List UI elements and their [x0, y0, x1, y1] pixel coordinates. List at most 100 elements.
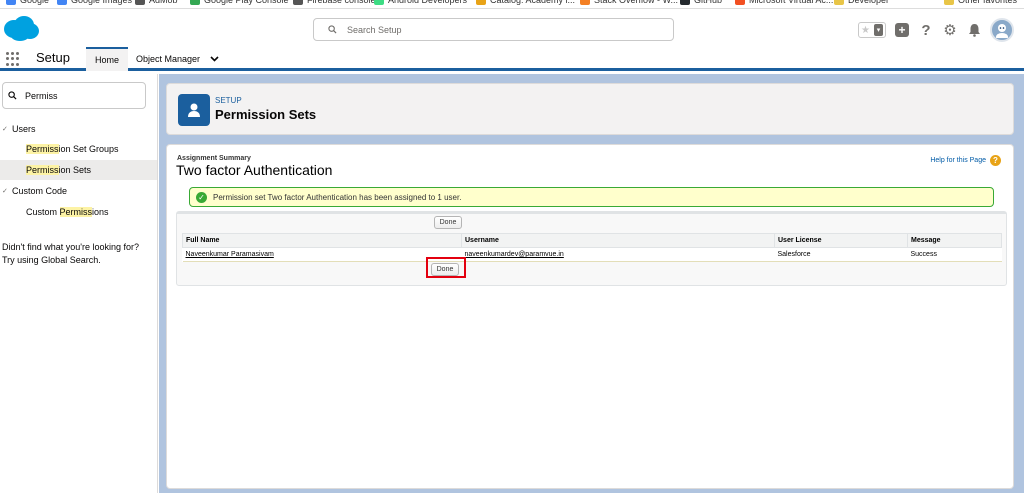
sidebar-item-label: ion Set Groups: [58, 144, 119, 154]
search-icon: [328, 25, 337, 34]
search-input[interactable]: [347, 24, 647, 35]
quick-find[interactable]: [2, 82, 146, 109]
bookmark-item[interactable]: Firebase console: [293, 0, 376, 5]
bookmark-label: Microsoft Virtual Ac...: [749, 0, 834, 5]
bookmark-label: Google: [20, 0, 50, 5]
page-header: SETUP Permission Sets: [166, 83, 1014, 135]
help-link-label: Help for this Page: [930, 157, 986, 164]
context-nav-bar: Setup Home Object Manager: [0, 47, 1024, 71]
permission-set-title: Two factor Authentication: [176, 162, 333, 178]
help-icon: ?: [990, 155, 1001, 166]
bookmark-item[interactable]: Google Play Console: [190, 0, 289, 5]
search-highlight: Permiss: [59, 207, 93, 217]
sidebar-item-custom-permissions[interactable]: Custom Permiss ions: [0, 202, 157, 222]
bookmark-icon: [293, 0, 303, 5]
main-content: SETUP Permission Sets Assignment Summary…: [159, 74, 1024, 493]
table-cell: Naveenkumar Paramasivam: [182, 247, 462, 262]
table-cell: Salesforce: [774, 247, 908, 262]
search-highlight: Permiss: [26, 144, 59, 154]
no-results-line: Try using Global Search.: [2, 255, 101, 265]
done-button-top[interactable]: Done: [434, 216, 462, 229]
bookmark-icon: [6, 0, 16, 5]
bookmark-icon: [735, 0, 745, 5]
avatar[interactable]: [990, 18, 1014, 42]
bookmark-icon: [190, 0, 200, 5]
tab-home-label: Home: [94, 55, 119, 65]
column-header: Message: [907, 233, 1002, 248]
tab-object-manager[interactable]: Object Manager: [128, 47, 227, 71]
bookmarks-bar: Google Google Images AdMob Google Play Cons…: [0, 0, 1024, 9]
breadcrumb[interactable]: SETUP: [215, 96, 242, 105]
sidebar-item-permission-sets[interactable]: Permiss ion Sets: [0, 160, 157, 180]
table-cell: Success: [907, 247, 1002, 262]
global-actions-button[interactable]: +: [894, 22, 910, 38]
column-header: User License: [774, 233, 908, 248]
salesforce-logo[interactable]: [2, 14, 40, 42]
table-cell: naveenkumardev@paramvue.in: [461, 247, 775, 262]
add-icon: +: [895, 23, 909, 37]
search-icon: [8, 91, 17, 100]
bookmark-icon: [476, 0, 486, 5]
tree-node-custom-code[interactable]: ✓ Custom Code: [2, 186, 67, 196]
gear-icon[interactable]: ⚙: [942, 22, 958, 39]
quick-find-input[interactable]: [25, 90, 135, 101]
tab-home[interactable]: Home: [86, 47, 128, 71]
bookmark-item[interactable]: Other favorites: [944, 0, 1017, 5]
global-search[interactable]: [313, 18, 674, 41]
bookmark-item[interactable]: GitHub: [680, 0, 722, 5]
bell-icon[interactable]: [966, 22, 982, 38]
check-icon: ✓: [196, 191, 207, 203]
no-results-hint: Didn't find what you're looking for? Try…: [2, 241, 152, 267]
bookmark-item[interactable]: Developer: [834, 0, 889, 5]
favorites-button[interactable]: ★ ▾: [858, 22, 886, 38]
bookmark-label: GitHub: [694, 0, 723, 5]
bookmark-item[interactable]: Stack Overflow - W...: [580, 0, 678, 5]
sidebar-item-label: ion Sets: [58, 165, 92, 175]
chevron-down-icon[interactable]: [210, 56, 219, 62]
bookmark-label: Google Images: [71, 0, 133, 5]
setup-sidebar: ✓ Users Permission Set Groups Permission…: [0, 74, 158, 493]
bookmark-item[interactable]: Catalog: Academy i...: [476, 0, 575, 5]
bookmark-item[interactable]: AdMob: [135, 0, 178, 5]
no-results-line: Didn't find what you're looking for?: [2, 242, 140, 252]
help-link[interactable]: Help for this Page ?: [930, 155, 1001, 166]
bookmark-item[interactable]: Google Images: [57, 0, 132, 5]
bookmark-item[interactable]: Microsoft Virtual Ac...: [735, 0, 833, 5]
tree-node-users[interactable]: ✓ Users: [2, 124, 36, 134]
bookmark-item[interactable]: Google: [6, 0, 49, 5]
assignment-table-block: Done Full Name Username User License Mes…: [176, 211, 1007, 286]
bookmark-icon: [580, 0, 590, 5]
help-icon[interactable]: ?: [918, 22, 934, 39]
sidebar-item-permission-set-groups[interactable]: Permiss ion Set Groups: [0, 139, 157, 159]
column-header: Full Name: [182, 233, 462, 248]
bookmark-icon: [57, 0, 67, 5]
chevron-down-icon[interactable]: ✓: [2, 187, 8, 195]
tab-object-manager-label: Object Manager: [136, 54, 201, 64]
assignment-table: Full Name Username User License Message …: [182, 233, 1002, 262]
column-header: Username: [461, 233, 775, 248]
bookmark-label: Android Developers: [388, 0, 468, 5]
chevron-down-icon[interactable]: ✓: [2, 125, 8, 133]
bookmark-item[interactable]: Android Developers: [374, 0, 467, 5]
done-button-bottom[interactable]: Done: [431, 263, 459, 276]
page-title: Permission Sets: [215, 107, 317, 122]
chevron-down-icon[interactable]: ▾: [874, 24, 883, 36]
sidebar-item-label: ions: [92, 207, 109, 217]
bookmark-label: Google Play Console: [204, 0, 289, 5]
user-icon: [178, 94, 210, 126]
bookmark-icon: [135, 0, 145, 5]
search-highlight: Permiss: [26, 165, 59, 175]
bookmark-icon: [374, 0, 384, 5]
app-name: Setup: [36, 50, 70, 65]
app-launcher-icon[interactable]: [6, 52, 20, 66]
table-header-row: Full Name Username User License Message: [182, 233, 1002, 248]
bookmark-label: AdMob: [149, 0, 178, 5]
global-header: ★ ▾ + ? ⚙: [0, 9, 1024, 47]
success-message: ✓ Permission set Two factor Authenticati…: [189, 187, 994, 207]
summary-label: Assignment Summary: [177, 155, 251, 162]
bookmark-label: Stack Overflow - W...: [594, 0, 679, 5]
bookmark-icon: [680, 0, 690, 5]
tree-node-label: Custom Code: [12, 186, 68, 196]
username-link[interactable]: naveenkumardev@paramvue.in: [465, 251, 564, 258]
user-fullname-link[interactable]: Naveenkumar Paramasivam: [186, 251, 274, 258]
